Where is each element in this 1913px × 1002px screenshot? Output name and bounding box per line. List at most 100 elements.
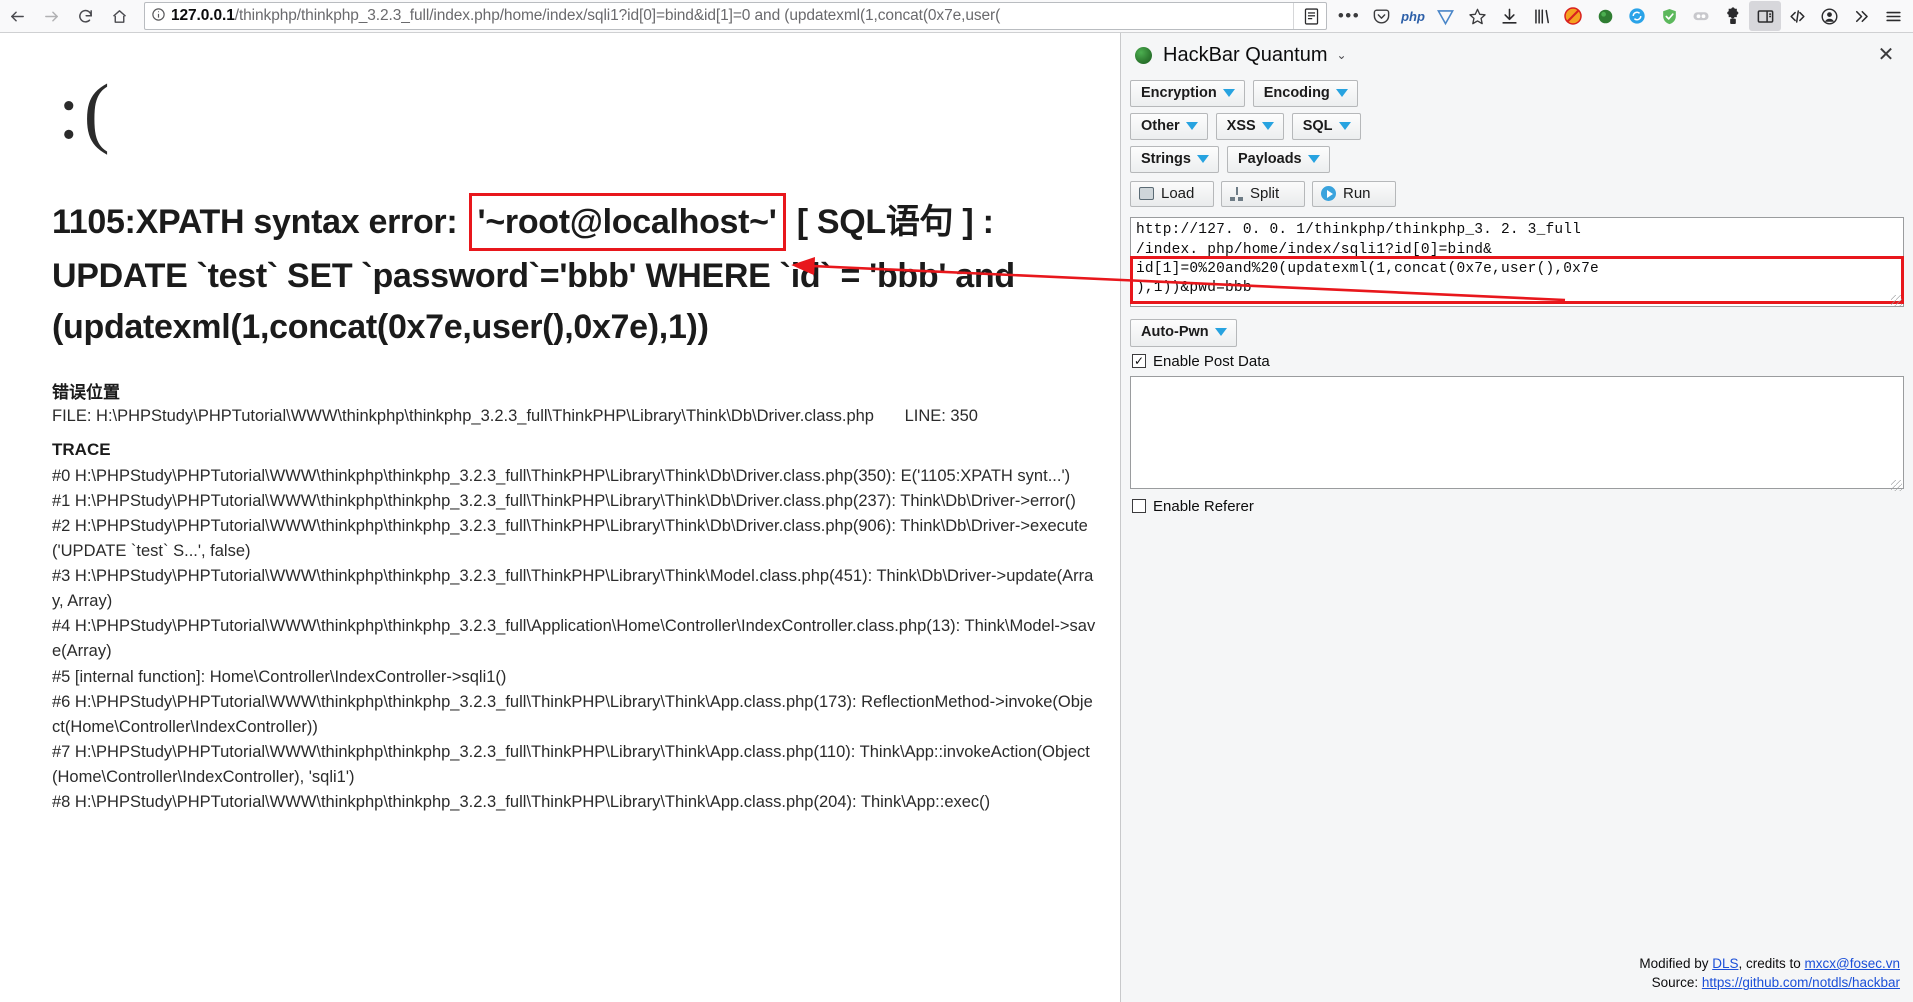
sidebar-toggle-icon[interactable]: [1749, 1, 1781, 31]
credits-mid: , credits to: [1738, 955, 1805, 971]
enable-post-data-checkbox[interactable]: ✓: [1132, 354, 1146, 368]
hackbar-body: Encryption Encoding Other XSS SQL String…: [1121, 77, 1913, 515]
enable-post-data-row[interactable]: ✓ Enable Post Data: [1132, 353, 1904, 370]
load-button[interactable]: Load: [1130, 181, 1214, 208]
home-button[interactable]: [102, 1, 136, 31]
noscript-icon[interactable]: [1557, 1, 1589, 31]
reload-button[interactable]: [68, 1, 102, 31]
chevron-down-icon: [1196, 155, 1209, 164]
file-line-number: LINE: 350: [904, 406, 978, 425]
hackbar-url-input[interactable]: http://127. 0. 0. 1/thinkphp/thinkphp_3.…: [1130, 217, 1904, 308]
overflow-chevrons-icon[interactable]: [1845, 1, 1877, 31]
file-path: H:\PHPStudy\PHPTutorial\WWW\thinkphp\thi…: [96, 406, 874, 425]
chevron-down-icon: [1307, 155, 1320, 164]
strings-label: Strings: [1141, 151, 1191, 168]
downloads-icon[interactable]: [1493, 1, 1525, 31]
source-prefix: Source:: [1651, 975, 1702, 991]
highlighted-db-user: '~root@localhost~': [468, 193, 786, 252]
error-heading-sql-line-2: (updatexml(1,concat(0x7e,user(),0x7e),1)…: [52, 307, 709, 346]
sidebar-footer: Modified by DLS, credits to mxcx@fosec.v…: [1639, 954, 1900, 993]
home-icon: [112, 9, 126, 23]
footer-source-line: Source: https://github.com/notdls/hackba…: [1639, 973, 1900, 993]
chevron-down-icon: [1338, 122, 1351, 131]
other-label: Other: [1141, 118, 1180, 135]
wappalyzer-icon[interactable]: [1429, 1, 1461, 31]
hamburger-menu-icon[interactable]: [1877, 1, 1909, 31]
sync-refresh-icon[interactable]: [1621, 1, 1653, 31]
file-label: FILE:: [52, 406, 92, 425]
arrow-left-icon: [10, 11, 24, 21]
back-button[interactable]: [0, 1, 34, 31]
reader-view-icon[interactable]: [1296, 3, 1326, 29]
sql-label: SQL: [1302, 118, 1333, 135]
autopwn-row: Auto-Pwn: [1130, 319, 1904, 347]
bookmark-star-icon[interactable]: [1461, 1, 1493, 31]
hackbar-icon[interactable]: [1589, 1, 1621, 31]
browser-toolbar: 127.0.0.1/thinkphp/thinkphp_3.2.3_full/i…: [0, 0, 1913, 33]
encryption-menu-button[interactable]: Encryption: [1130, 80, 1245, 108]
trace-entry: #5 [internal function]: Home\Controller\…: [52, 667, 507, 686]
source-repo-link[interactable]: https://github.com/notdls/hackbar: [1702, 975, 1900, 990]
trace-entry: #6 H:\PHPStudy\PHPTutorial\WWW\thinkphp\…: [52, 692, 1093, 736]
trace-entry: #0 H:\PHPStudy\PHPTutorial\WWW\thinkphp\…: [52, 466, 1071, 485]
payloads-label: Payloads: [1237, 151, 1302, 168]
run-label: Run: [1343, 185, 1371, 203]
adguard-shield-icon[interactable]: [1653, 1, 1685, 31]
textarea-resize-grip[interactable]: [1891, 295, 1902, 307]
error-heading-sql-line-1: UPDATE `test` SET `password`='bbb' WHERE…: [52, 257, 1015, 296]
xss-menu-button[interactable]: XSS: [1215, 113, 1284, 141]
strings-menu-button[interactable]: Strings: [1130, 146, 1219, 174]
library-icon[interactable]: [1525, 1, 1557, 31]
page-actions-dots-icon[interactable]: •••: [1333, 1, 1365, 31]
trace-entry: #8 H:\PHPStudy\PHPTutorial\WWW\thinkphp\…: [52, 792, 991, 811]
extension-puzzle-icon[interactable]: [1717, 1, 1749, 31]
auto-pwn-label: Auto-Pwn: [1141, 324, 1209, 341]
encryption-label: Encryption: [1141, 85, 1217, 101]
post-data-input[interactable]: [1130, 375, 1904, 489]
menu-row-2: Other XSS SQL: [1130, 113, 1904, 141]
enable-referer-row[interactable]: Enable Referer: [1132, 498, 1904, 515]
run-button[interactable]: Run: [1312, 181, 1396, 208]
chevron-down-icon: [1335, 89, 1348, 98]
devtools-code-icon[interactable]: [1781, 1, 1813, 31]
url-line-2: /index. php/home/index/sqli1?id[0]=bind&: [1136, 241, 1493, 258]
encoding-menu-button[interactable]: Encoding: [1252, 80, 1358, 108]
sql-menu-button[interactable]: SQL: [1291, 113, 1361, 141]
url-bar[interactable]: 127.0.0.1/thinkphp/thinkphp_3.2.3_full/i…: [144, 2, 1327, 30]
sidebar-title: HackBar Quantum: [1163, 43, 1328, 66]
info-circle-icon[interactable]: [145, 7, 171, 25]
cookie-manager-icon[interactable]: [1685, 1, 1717, 31]
account-icon[interactable]: [1813, 1, 1845, 31]
payloads-menu-button[interactable]: Payloads: [1226, 146, 1330, 174]
menu-row-3: Strings Payloads: [1130, 146, 1904, 174]
hackbar-green-circle-icon: [1135, 46, 1152, 64]
pocket-icon[interactable]: [1365, 1, 1397, 31]
post-textarea-resize-grip[interactable]: [1891, 479, 1902, 491]
reload-icon: [78, 9, 92, 23]
close-icon[interactable]: ✕: [1873, 45, 1899, 65]
error-heading: 1105:XPATH syntax error: '~root@localhos…: [52, 193, 1100, 352]
trace-title: TRACE: [52, 439, 111, 459]
php-addon-icon[interactable]: php: [1397, 1, 1429, 31]
dls-link[interactable]: DLS: [1712, 956, 1738, 971]
split-label: Split: [1250, 185, 1280, 203]
chevron-down-icon[interactable]: ⌄: [1337, 48, 1347, 62]
load-icon: [1139, 187, 1154, 201]
error-heading-suffix: [ SQL语句 ] :: [796, 203, 994, 241]
chevron-down-icon: [1185, 122, 1198, 131]
auto-pwn-button[interactable]: Auto-Pwn: [1130, 319, 1237, 347]
split-icon: [1230, 186, 1243, 201]
trace-entry: #2 H:\PHPStudy\PHPTutorial\WWW\thinkphp\…: [52, 517, 1088, 561]
error-location-title: 错误位置: [52, 382, 120, 402]
load-label: Load: [1161, 185, 1195, 203]
other-menu-button[interactable]: Other: [1130, 113, 1208, 141]
trace-entry: #4 H:\PHPStudy\PHPTutorial\WWW\thinkphp\…: [52, 617, 1096, 661]
credits-email-link[interactable]: mxcx@fosec.vn: [1805, 956, 1900, 971]
chevron-down-icon: [1222, 89, 1235, 98]
forward-button[interactable]: [34, 1, 68, 31]
split-button[interactable]: Split: [1221, 181, 1305, 208]
error-location-file: FILE: H:\PHPStudy\PHPTutorial\WWW\thinkp…: [52, 407, 1100, 426]
hackbar-sidebar: HackBar Quantum ⌄ ✕ Encryption Encoding …: [1120, 33, 1913, 1002]
enable-referer-checkbox[interactable]: [1132, 499, 1146, 513]
url-text[interactable]: 127.0.0.1/thinkphp/thinkphp_3.2.3_full/i…: [171, 7, 1293, 25]
